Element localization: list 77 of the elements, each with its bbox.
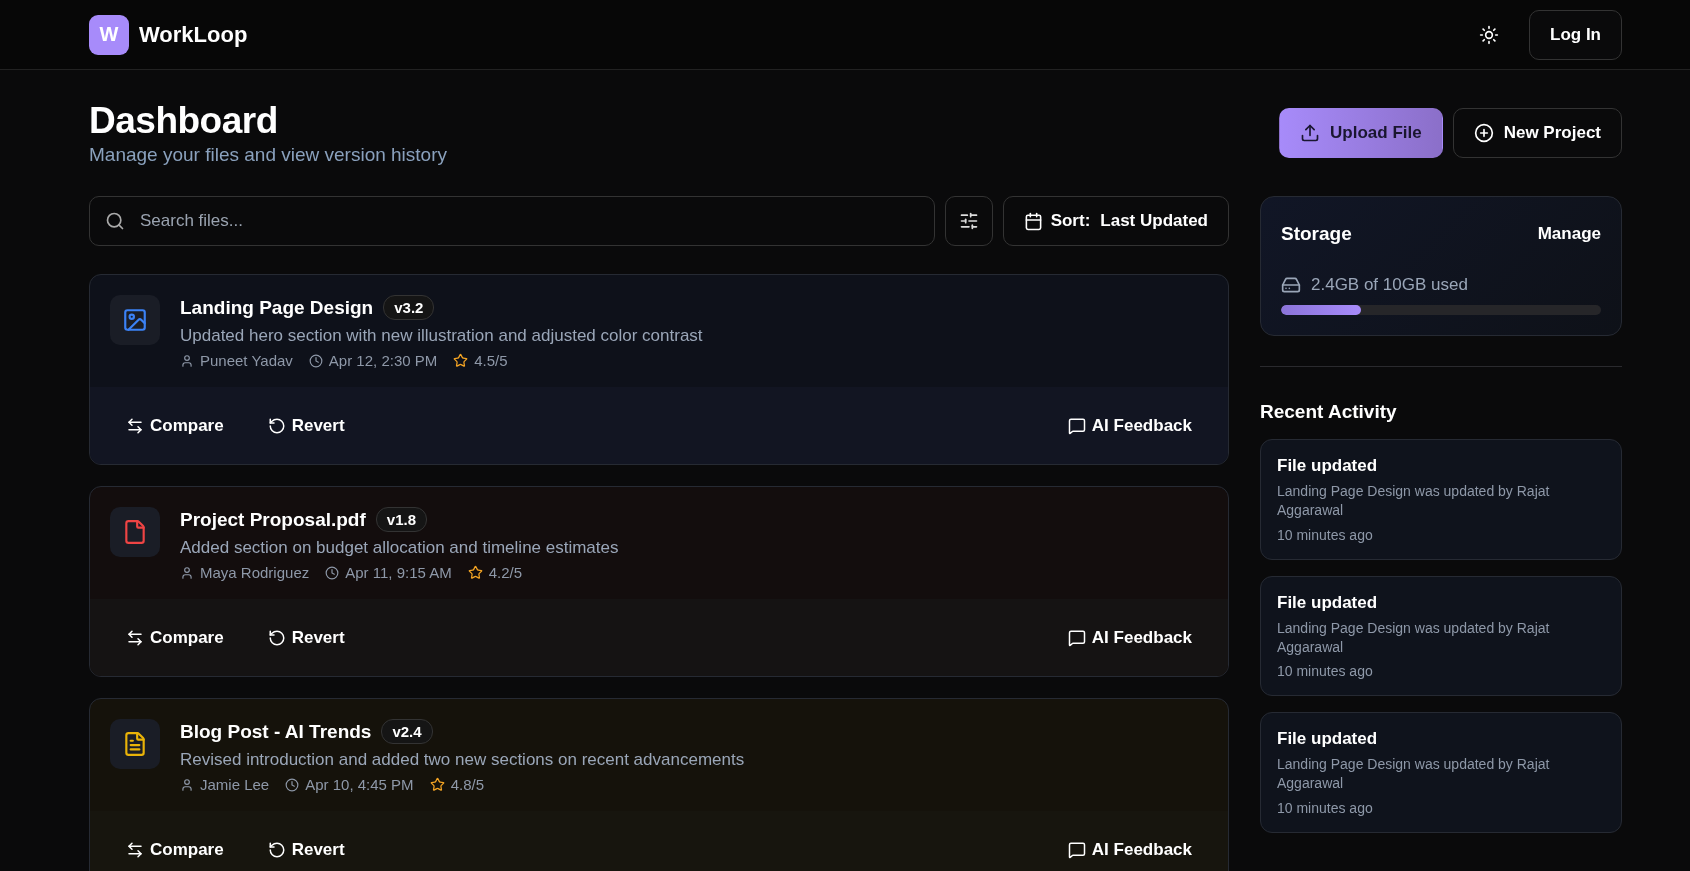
clock-icon (308, 353, 323, 368)
revert-button[interactable]: Revert (251, 831, 361, 868)
page-title: Dashboard (89, 100, 279, 142)
author-name: Jamie Lee (200, 776, 270, 793)
upload-button[interactable]: Upload File (1279, 108, 1443, 158)
ai-feedback-button[interactable]: AI Feedback (1051, 619, 1208, 656)
compare-button[interactable]: Compare (110, 407, 240, 444)
activity-text: Landing Page Design was updated by Rajat Aggarawal (1277, 618, 1551, 657)
revert-button[interactable]: Revert (251, 407, 361, 444)
activity-title: File updated (1277, 456, 1379, 476)
file-rating: 4.5/5 (474, 352, 508, 369)
author-name: Maya Rodriguez (200, 564, 310, 581)
file-date: Apr 11, 9:15 AM (345, 564, 452, 581)
file-date: Apr 12, 2:30 PM (328, 352, 438, 369)
logo-badge: W (89, 14, 129, 55)
image-icon (110, 295, 160, 345)
file-icon (110, 507, 160, 557)
filter-button[interactable] (944, 196, 993, 246)
ai-feedback-button[interactable]: AI Feedback (1051, 407, 1208, 444)
storage-title: Storage (1281, 223, 1352, 245)
document-icon (110, 719, 160, 769)
activity-time: 10 minutes ago (1277, 662, 1374, 682)
sliders-icon (958, 211, 979, 231)
sun-icon (1479, 24, 1499, 45)
activity-time: 10 minutes ago (1277, 525, 1374, 545)
clock-icon (325, 565, 340, 580)
compare-button[interactable]: Compare (110, 831, 240, 868)
message-icon (1067, 840, 1086, 859)
file-date: Apr 10, 4:45 PM (305, 776, 414, 793)
activity-time: 10 minutes ago (1277, 799, 1374, 818)
version-badge: v2.4 (381, 719, 433, 744)
star-icon (467, 565, 483, 580)
login-button[interactable]: Log In (1529, 9, 1622, 60)
revert-button[interactable]: Revert (251, 619, 361, 656)
author-name: Puneet Yadav (200, 352, 293, 369)
activity-text: Landing Page Design was updated by Rajat Aggarawal (1277, 482, 1551, 520)
storage-usage: 2.4GB of 10GB used (1311, 275, 1468, 295)
manage-link[interactable]: Manage (1537, 224, 1601, 244)
page-subtitle: Manage your files and view version history (89, 144, 447, 166)
activity-text: Landing Page Design was updated by Rajat Aggarawal (1277, 755, 1551, 794)
new-project-button[interactable]: New Project (1452, 108, 1622, 158)
undo-icon (267, 416, 286, 435)
file-name: Project Proposal.pdf (180, 508, 366, 531)
file-description: Updated hero section with new illustration and adjusted color contrast (180, 326, 703, 346)
undo-icon (267, 628, 286, 647)
version-badge: v3.2 (383, 295, 435, 320)
version-badge: v1.8 (375, 507, 427, 532)
compare-button[interactable]: Compare (110, 619, 240, 656)
message-icon (1067, 628, 1086, 647)
file-rating: 4.8/5 (450, 776, 484, 793)
recent-activity-title: Recent Activity (1260, 401, 1398, 423)
swap-arrows-icon (126, 416, 144, 435)
star-icon (429, 777, 445, 792)
file-description: Revised introduction and added two new sections on recent advancements (180, 750, 745, 770)
hard-drive-icon (1281, 275, 1301, 295)
file-rating: 4.2/5 (488, 564, 523, 581)
swap-arrows-icon (126, 628, 144, 647)
activity-title: File updated (1277, 729, 1379, 750)
swap-arrows-icon (126, 840, 144, 859)
search-field[interactable]: Search files... (89, 196, 935, 246)
file-name: Landing Page Design (180, 296, 374, 319)
file-description: Added section on budget allocation and timeline estimates (180, 538, 619, 558)
sort-button[interactable]: Sort: Last Updated (1002, 196, 1229, 246)
calendar-icon (1023, 211, 1043, 231)
undo-icon (267, 840, 286, 859)
user-icon (180, 777, 194, 792)
plus-circle-icon (1473, 123, 1494, 143)
user-icon (180, 353, 194, 368)
user-icon (180, 565, 194, 580)
star-icon (453, 353, 469, 368)
brand-name: WorkLoop (139, 21, 248, 48)
clock-icon (285, 777, 300, 792)
upload-icon (1300, 123, 1321, 143)
file-name: Blog Post - AI Trends (180, 720, 372, 743)
ai-feedback-button[interactable]: AI Feedback (1051, 831, 1208, 868)
activity-title: File updated (1277, 592, 1379, 613)
message-icon (1067, 416, 1086, 435)
